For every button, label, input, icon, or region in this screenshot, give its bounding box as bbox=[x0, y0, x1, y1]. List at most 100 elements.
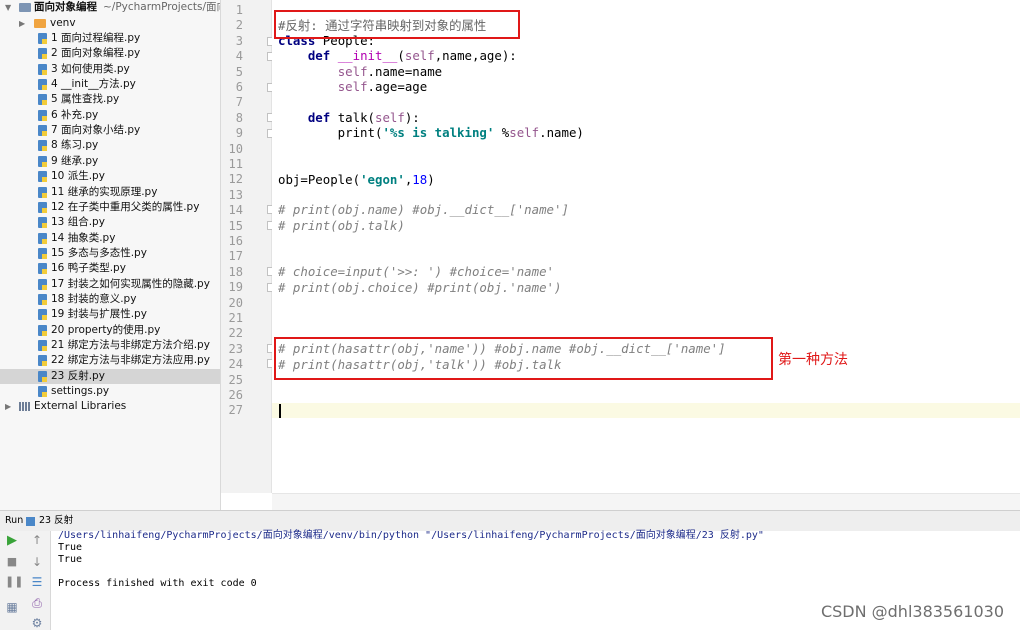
line-number: 25 bbox=[228, 372, 243, 387]
tree-item-file[interactable]: 17 封装之如何实现属性的隐藏.py bbox=[0, 277, 220, 293]
console-output-line: True bbox=[58, 554, 83, 565]
line-number: 10 bbox=[228, 141, 243, 156]
pause-icon[interactable]: ❚❚ bbox=[5, 575, 23, 589]
play-icon[interactable]: ▶ bbox=[5, 534, 19, 548]
tree-item-label: 19 封装与扩展性.py bbox=[51, 308, 147, 321]
tree-item-file[interactable]: 14 抽象类.py bbox=[0, 231, 220, 247]
run-title[interactable]: Run bbox=[5, 511, 23, 531]
project-name: 面向对象编程 bbox=[34, 1, 97, 13]
python-file-icon bbox=[38, 109, 47, 121]
tree-item-file[interactable]: 1 面向过程编程.py bbox=[0, 31, 220, 47]
tree-item-label: 11 继承的实现原理.py bbox=[51, 185, 158, 198]
code-line-9: print('%s is talking' %self.name) bbox=[278, 125, 584, 140]
arrow-down-icon[interactable]: ↓ bbox=[30, 555, 44, 569]
stop-icon[interactable]: ■ bbox=[5, 555, 19, 569]
code-editor[interactable]: #反射: 通过字符串映射到对象的属性 class People: def __i… bbox=[272, 0, 1020, 493]
tree-item-file[interactable]: 19 封装与扩展性.py bbox=[0, 307, 220, 323]
print-icon[interactable]: ⎙ bbox=[30, 596, 44, 610]
annotation-label: 第一种方法 bbox=[778, 352, 848, 368]
tree-item-label: settings.py bbox=[51, 385, 110, 398]
line-number: 7 bbox=[235, 95, 243, 110]
current-line-highlight bbox=[272, 403, 1020, 419]
tree-item-file[interactable]: 7 面向对象小结.py bbox=[0, 123, 220, 139]
tree-item-label: 4 __init__方法.py bbox=[51, 78, 136, 91]
tree-item-label: 8 练习.py bbox=[51, 139, 99, 152]
python-file-icon bbox=[38, 340, 47, 351]
tree-item-file[interactable]: 16 鸭子类型.py bbox=[0, 261, 220, 277]
python-file-icon bbox=[38, 63, 47, 75]
python-file-icon bbox=[38, 232, 47, 244]
layout-icon[interactable]: ▦ bbox=[5, 600, 19, 614]
tree-item-file[interactable]: 20 property的使用.py bbox=[0, 323, 220, 339]
python-file-icon bbox=[38, 79, 47, 91]
console-command-line: /Users/linhaifeng/PycharmProjects/面向对象编程… bbox=[58, 530, 764, 541]
line-number: 8 bbox=[235, 110, 243, 125]
chevron-right-icon[interactable]: ▶ bbox=[19, 16, 25, 32]
tree-item-file[interactable]: 21 绑定方法与非绑定方法介绍.py bbox=[0, 338, 220, 354]
tree-item-venv[interactable]: ▶ venv bbox=[0, 16, 220, 32]
line-number: 24 bbox=[228, 357, 243, 372]
arrow-up-icon[interactable]: ↑ bbox=[30, 533, 44, 547]
tree-item-file[interactable]: 8 练习.py bbox=[0, 138, 220, 154]
console-output-line: True bbox=[58, 542, 83, 553]
console-exit-line: Process finished with exit code 0 bbox=[58, 578, 257, 589]
tree-item-label: 23 反射.py bbox=[51, 369, 105, 382]
code-line-15: # print(obj.talk) bbox=[278, 218, 405, 233]
tree-item-file[interactable]: 18 封装的意义.py bbox=[0, 292, 220, 308]
tree-item-file[interactable]: 10 派生.py bbox=[0, 169, 220, 185]
project-tree: ▼ 面向对象编程 ~/PycharmProjects/面向 ▶ venv 1 面… bbox=[0, 0, 221, 510]
settings-icon[interactable]: ⚙ bbox=[30, 616, 44, 630]
python-file-icon bbox=[38, 140, 47, 152]
python-file-icon bbox=[38, 155, 47, 167]
python-file-icon bbox=[38, 278, 47, 290]
text-caret bbox=[279, 404, 281, 418]
tree-item-file[interactable]: 23 反射.py bbox=[0, 368, 220, 385]
run-tool-window-header: Run 23 反射 bbox=[0, 510, 1020, 532]
tree-item-file[interactable]: 6 补充.py bbox=[0, 108, 220, 124]
tree-item-label: 7 面向对象小结.py bbox=[51, 124, 141, 137]
line-number: 11 bbox=[228, 157, 243, 171]
python-file-icon bbox=[38, 33, 47, 44]
tree-item-file[interactable]: 22 绑定方法与非绑定方法应用.py bbox=[0, 353, 220, 369]
chevron-right-icon[interactable]: ▶ bbox=[5, 399, 11, 415]
library-icon bbox=[19, 402, 31, 411]
line-number: 19 bbox=[228, 280, 243, 295]
python-file-icon bbox=[38, 324, 47, 336]
tree-item-file[interactable]: 5 属性查找.py bbox=[0, 92, 220, 108]
line-number: 6 bbox=[235, 80, 243, 94]
line-number: 2 bbox=[235, 18, 243, 33]
tree-item-file[interactable]: 11 继承的实现原理.py bbox=[0, 185, 220, 201]
run-config-name[interactable]: 23 反射 bbox=[39, 511, 73, 531]
project-path: ~/PycharmProjects/面向 bbox=[103, 1, 221, 13]
tree-item-external-libraries[interactable]: ▶ External Libraries bbox=[0, 399, 220, 415]
tree-item-label: 1 面向过程编程.py bbox=[51, 32, 141, 44]
tree-item-file[interactable]: settings.py bbox=[0, 384, 220, 400]
line-number: 5 bbox=[235, 64, 243, 79]
tree-item-file[interactable]: 4 __init__方法.py bbox=[0, 77, 220, 93]
tree-item-label: 9 继承.py bbox=[51, 154, 99, 167]
tree-item-label: External Libraries bbox=[34, 400, 127, 412]
line-number: 18 bbox=[228, 264, 243, 279]
tree-item-label: 17 封装之如何实现属性的隐藏.py bbox=[51, 277, 210, 290]
line-number: 15 bbox=[228, 218, 243, 233]
chevron-down-icon[interactable]: ▼ bbox=[5, 0, 11, 16]
tree-item-label: 15 多态与多态性.py bbox=[51, 246, 147, 259]
tree-item-file[interactable]: 2 面向对象编程.py bbox=[0, 46, 220, 62]
tree-item-label: 12 在子类中重用父类的属性.py bbox=[51, 200, 200, 213]
python-file-icon bbox=[38, 171, 47, 183]
tree-item-file[interactable]: 3 如何使用类.py bbox=[0, 62, 220, 78]
tree-item-file[interactable]: 12 在子类中重用父类的属性.py bbox=[0, 200, 220, 216]
horizontal-scrollbar[interactable] bbox=[272, 493, 1020, 511]
tree-root[interactable]: ▼ 面向对象编程 ~/PycharmProjects/面向 bbox=[0, 0, 220, 16]
tree-item-label: 6 补充.py bbox=[51, 108, 99, 121]
code-line-6: self.age=age bbox=[337, 79, 428, 94]
tree-item-file[interactable]: 13 组合.py bbox=[0, 215, 220, 231]
tree-item-file[interactable]: 9 继承.py bbox=[0, 154, 220, 170]
soft-wrap-icon[interactable]: ☰ bbox=[30, 575, 44, 589]
tree-item-label: 16 鸭子类型.py bbox=[51, 262, 126, 275]
tree-item-label: 14 抽象类.py bbox=[51, 231, 116, 244]
line-number: 13 bbox=[228, 187, 243, 202]
tree-item-file[interactable]: 15 多态与多态性.py bbox=[0, 246, 220, 262]
line-number: 27 bbox=[228, 403, 243, 418]
line-number: 26 bbox=[228, 388, 243, 402]
